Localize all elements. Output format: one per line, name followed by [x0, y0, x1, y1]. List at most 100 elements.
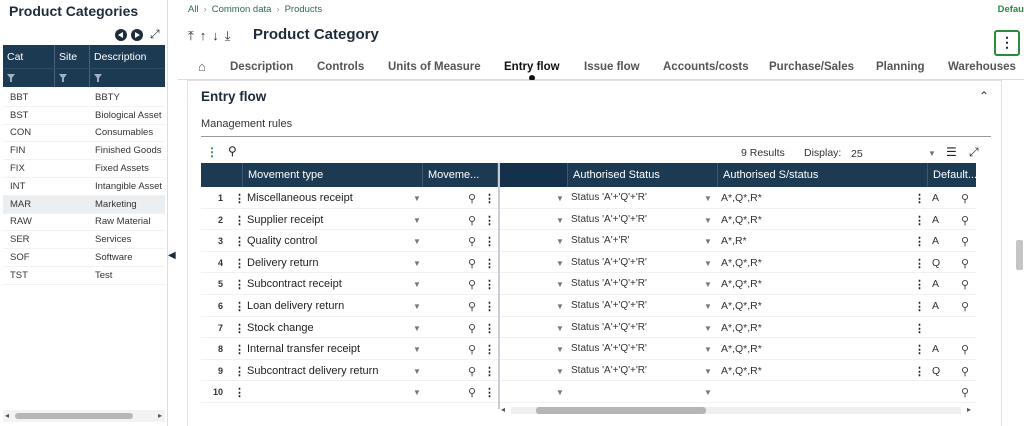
- expand-icon[interactable]: ⤢: [150, 27, 160, 42]
- collapse-section-icon[interactable]: ⌃: [979, 89, 989, 103]
- cell-menu-icon[interactable]: ⋮: [914, 343, 925, 356]
- list-item[interactable]: FIX Fixed Assets: [3, 160, 165, 178]
- filter-description[interactable]: [90, 69, 165, 87]
- cell-menu-icon[interactable]: ⋮: [914, 365, 925, 378]
- movement-type-cell[interactable]: Internal transfer receipt: [247, 343, 360, 355]
- authorised-substatus-cell[interactable]: A*,Q*,R*: [721, 257, 762, 269]
- chevron-down-icon[interactable]: ▼: [556, 388, 564, 397]
- row-menu-icon[interactable]: ⋮: [234, 343, 245, 356]
- default-cell[interactable]: A: [932, 214, 939, 226]
- home-icon[interactable]: ⌂: [198, 59, 206, 74]
- chevron-down-icon[interactable]: ▼: [704, 324, 712, 333]
- table-row[interactable]: 2 ⋮ Supplier receipt ▼ ⚲ ⋮ ▼ Status 'A'+'Q'+'R'…: [201, 209, 976, 231]
- search-icon[interactable]: ⚲: [468, 343, 476, 356]
- tab-accounts-costs[interactable]: Accounts/costs: [663, 61, 749, 73]
- chevron-down-icon[interactable]: ▼: [556, 194, 564, 203]
- filter-site[interactable]: [55, 69, 90, 87]
- search-icon[interactable]: ⚲: [961, 300, 969, 313]
- default-cell[interactable]: Q: [932, 365, 940, 377]
- breadcrumb-common-data[interactable]: Common data: [212, 4, 272, 15]
- search-icon[interactable]: ⚲: [468, 365, 476, 378]
- tab-units-of-measure[interactable]: Units of Measure: [388, 61, 481, 73]
- chevron-down-icon[interactable]: ▼: [704, 237, 712, 246]
- default-cell[interactable]: A: [932, 278, 939, 290]
- list-item[interactable]: MAR Marketing: [3, 195, 165, 214]
- tab-entry-flow[interactable]: Entry flow: [504, 61, 560, 73]
- tab-warehouses[interactable]: Warehouses: [948, 61, 1016, 73]
- authorised-substatus-cell[interactable]: A*,Q*,R*: [721, 214, 762, 226]
- cell-menu-icon[interactable]: ⋮: [484, 192, 495, 205]
- chevron-down-icon[interactable]: ▼: [556, 216, 564, 225]
- row-menu-icon[interactable]: ⋮: [234, 386, 245, 399]
- authorised-substatus-cell[interactable]: A*,Q*,R*: [721, 192, 762, 204]
- table-row[interactable]: 1 ⋮ Miscellaneous receipt ▼ ⚲ ⋮ ▼ Status 'A'+'Q…: [201, 187, 976, 209]
- chevron-down-icon[interactable]: ▼: [704, 345, 712, 354]
- grid-horizontal-scrollbar[interactable]: ◂ ▸: [501, 405, 971, 415]
- search-icon[interactable]: ⚲: [468, 257, 476, 270]
- chevron-down-icon[interactable]: ▼: [413, 324, 421, 333]
- cell-menu-icon[interactable]: ⋮: [484, 322, 495, 335]
- filter-cat[interactable]: [3, 69, 55, 87]
- scroll-right-icon[interactable]: ▸: [158, 411, 162, 420]
- page-vertical-scrollbar[interactable]: [1016, 240, 1023, 270]
- chevron-down-icon[interactable]: ▼: [413, 259, 421, 268]
- chevron-down-icon[interactable]: ▼: [556, 345, 564, 354]
- display-select[interactable]: 25: [851, 148, 863, 160]
- movement-type-cell[interactable]: Delivery return: [247, 257, 319, 269]
- chevron-down-icon[interactable]: ▼: [704, 388, 712, 397]
- folder-label[interactable]: Defau: [998, 4, 1024, 15]
- search-icon[interactable]: ⚲: [961, 365, 969, 378]
- tab-issue-flow[interactable]: Issue flow: [584, 61, 640, 73]
- authorised-status-cell[interactable]: Status 'A'+'R': [571, 235, 630, 246]
- cell-menu-icon[interactable]: ⋮: [914, 257, 925, 270]
- expand-icon[interactable]: ⤢: [969, 145, 979, 160]
- cell-menu-icon[interactable]: ⋮: [914, 278, 925, 291]
- row-menu-icon[interactable]: ⋮: [234, 278, 245, 291]
- chevron-down-icon[interactable]: ▼: [413, 280, 421, 289]
- chevron-down-icon[interactable]: ▼: [704, 259, 712, 268]
- previous-icon[interactable]: [115, 29, 127, 41]
- movement-type-cell[interactable]: Quality control: [247, 235, 317, 247]
- chevron-down-icon[interactable]: ▼: [556, 237, 564, 246]
- authorised-substatus-cell[interactable]: A*,Q*,R*: [721, 365, 762, 377]
- default-cell[interactable]: A: [932, 300, 939, 312]
- search-icon[interactable]: ⚲: [468, 214, 476, 227]
- authorised-status-cell[interactable]: Status 'A'+'Q'+'R': [571, 257, 647, 268]
- table-row[interactable]: 3 ⋮ Quality control ▼ ⚲ ⋮ ▼ Status 'A'+'R' ▼ A*,R…: [201, 230, 976, 252]
- layers-icon[interactable]: ☰: [946, 145, 957, 159]
- tab-planning[interactable]: Planning: [876, 61, 925, 73]
- chevron-down-icon[interactable]: ▼: [704, 216, 712, 225]
- list-item[interactable]: INT Intangible Asset: [3, 178, 165, 196]
- cell-menu-icon[interactable]: ⋮: [914, 322, 925, 335]
- authorised-status-cell[interactable]: Status 'A'+'Q'+'R': [571, 214, 647, 225]
- tab-controls[interactable]: Controls: [317, 61, 364, 73]
- row-menu-icon[interactable]: ⋮: [234, 214, 245, 227]
- column-authorised-substatus[interactable]: Authorised S/status: [718, 163, 928, 187]
- search-icon[interactable]: ⚲: [468, 235, 476, 248]
- chevron-down-icon[interactable]: ▼: [556, 324, 564, 333]
- chevron-down-icon[interactable]: ▼: [413, 388, 421, 397]
- scroll-thumb[interactable]: [536, 407, 706, 414]
- chevron-down-icon[interactable]: ▼: [556, 259, 564, 268]
- authorised-status-cell[interactable]: Status 'A'+'Q'+'R': [571, 365, 647, 376]
- search-icon[interactable]: ⚲: [468, 300, 476, 313]
- down-arrow-icon[interactable]: ↓: [212, 28, 225, 43]
- cell-menu-icon[interactable]: ⋮: [914, 214, 925, 227]
- scroll-left-icon[interactable]: ◂: [501, 405, 505, 414]
- chevron-down-icon[interactable]: ▼: [413, 367, 421, 376]
- left-horizontal-scrollbar[interactable]: ◂ ▸: [3, 410, 165, 422]
- movement-type-cell[interactable]: Subcontract delivery return: [247, 365, 378, 377]
- table-row[interactable]: 9 ⋮ Subcontract delivery return ▼ ⚲ ⋮ ▼ Status …: [201, 360, 976, 382]
- list-item[interactable]: SER Services: [3, 231, 165, 250]
- chevron-down-icon[interactable]: ▼: [556, 367, 564, 376]
- chevron-down-icon[interactable]: ▼: [413, 302, 421, 311]
- list-item[interactable]: FIN Finished Goods: [3, 142, 165, 161]
- authorised-substatus-cell[interactable]: A*,Q*,R*: [721, 343, 762, 355]
- search-icon[interactable]: ⚲: [468, 192, 476, 205]
- movement-type-cell[interactable]: Supplier receipt: [247, 214, 323, 226]
- collapse-panel-icon[interactable]: ◀: [168, 250, 176, 261]
- cell-menu-icon[interactable]: ⋮: [484, 214, 495, 227]
- cell-menu-icon[interactable]: ⋮: [484, 386, 495, 399]
- table-row[interactable]: 4 ⋮ Delivery return ▼ ⚲ ⋮ ▼ Status 'A'+'Q'+'R' ▼…: [201, 252, 976, 274]
- column-authorised-status[interactable]: Authorised Status: [568, 163, 718, 187]
